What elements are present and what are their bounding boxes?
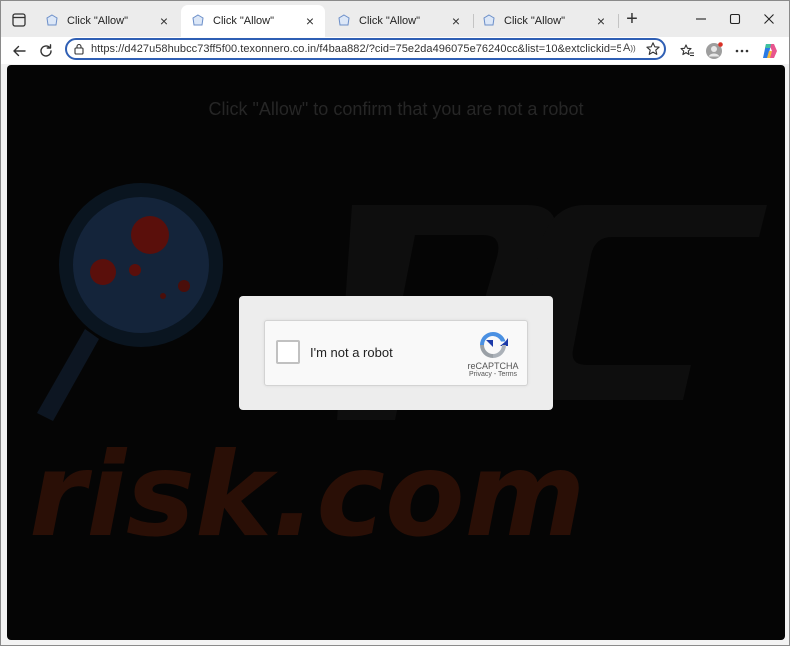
- recaptcha-logo-icon: [480, 332, 508, 358]
- navigation-toolbar: https://d427u58hubcc73ff5f00.texonnero.c…: [1, 37, 789, 64]
- tab-4[interactable]: Click "Allow" ×: [472, 7, 616, 35]
- more-icon[interactable]: [732, 41, 752, 61]
- maximize-icon[interactable]: [723, 9, 747, 29]
- favicon-icon: [483, 14, 495, 26]
- terms-link[interactable]: Terms: [498, 371, 517, 378]
- refresh-icon[interactable]: [35, 40, 57, 62]
- lock-icon[interactable]: [73, 43, 85, 55]
- tab-title: Click "Allow": [67, 15, 128, 27]
- address-bar[interactable]: https://d427u58hubcc73ff5f00.texonnero.c…: [65, 38, 666, 60]
- tab-2[interactable]: Click "Allow" ×: [181, 5, 325, 37]
- url-text[interactable]: https://d427u58hubcc73ff5f00.texonnero.c…: [91, 43, 621, 55]
- recaptcha-widget: I'm not a robot reCAPTCHA Privacy - Term…: [264, 320, 528, 386]
- not-a-robot-label[interactable]: I'm not a robot: [310, 345, 393, 360]
- favicon-icon: [46, 14, 58, 26]
- favorite-star-icon[interactable]: [645, 41, 661, 57]
- not-a-robot-checkbox[interactable]: [276, 340, 300, 364]
- back-icon[interactable]: [8, 40, 30, 62]
- tab-separator: [618, 14, 619, 28]
- tab-title: Click "Allow": [504, 15, 565, 27]
- favorites-icon[interactable]: [677, 41, 697, 61]
- favicon-icon: [338, 14, 350, 26]
- tab-strip: Click "Allow" × Click "Allow" × Click "A…: [1, 1, 789, 37]
- privacy-link[interactable]: Privacy: [469, 371, 492, 378]
- tab-1[interactable]: Click "Allow" ×: [35, 7, 179, 35]
- page-headline: Click "Allow" to confirm that you are no…: [208, 99, 584, 119]
- recaptcha-links: Privacy - Terms: [461, 371, 525, 378]
- minimize-icon[interactable]: [689, 9, 713, 29]
- close-icon[interactable]: ×: [157, 13, 171, 29]
- close-icon[interactable]: ×: [594, 13, 608, 29]
- watermark-text: risk.com: [29, 428, 586, 563]
- favicon-icon: [192, 14, 204, 26]
- window-close-icon[interactable]: [757, 9, 781, 29]
- new-tab-icon[interactable]: +: [621, 9, 643, 30]
- tab-title: Click "Allow": [359, 15, 420, 27]
- profile-icon[interactable]: [704, 41, 724, 61]
- read-aloud-icon[interactable]: A)): [623, 42, 639, 56]
- close-icon[interactable]: ×: [449, 13, 463, 29]
- browser-window: Click "Allow" × Click "Allow" × Click "A…: [0, 0, 790, 646]
- tab-3[interactable]: Click "Allow" ×: [327, 7, 471, 35]
- copilot-icon[interactable]: [760, 41, 780, 61]
- page-viewport: risk.com Click "Allow" to confirm that y…: [7, 65, 785, 640]
- tab-title: Click "Allow": [213, 15, 274, 27]
- close-icon[interactable]: ×: [303, 13, 317, 29]
- recaptcha-brand: reCAPTCHA: [467, 361, 519, 371]
- tab-actions-icon[interactable]: [9, 10, 29, 30]
- captcha-card: I'm not a robot reCAPTCHA Privacy - Term…: [239, 296, 553, 410]
